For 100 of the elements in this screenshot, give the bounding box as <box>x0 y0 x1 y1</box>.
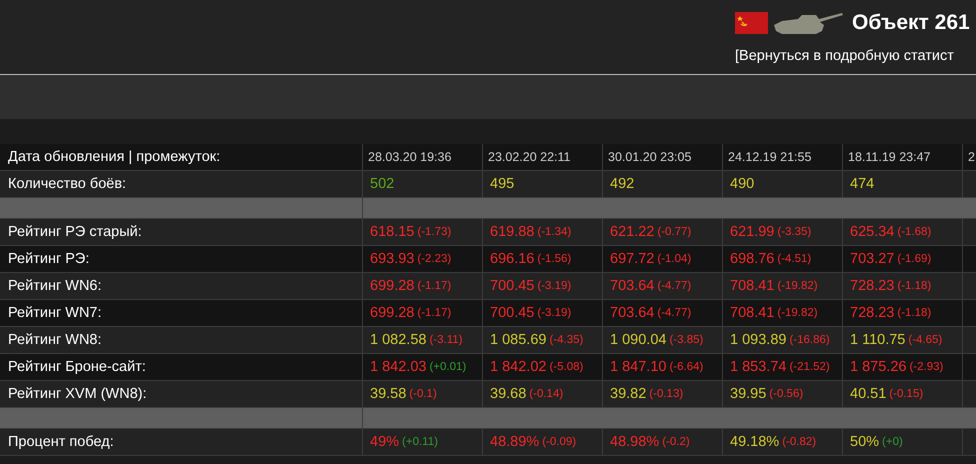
stat-change: (-0.77) <box>657 226 692 238</box>
row-label: Количество боёв: <box>7 175 128 194</box>
stat-value: 1 082.58 <box>370 332 426 348</box>
stat-change: (-4.77) <box>657 307 692 319</box>
tank-icon <box>772 11 844 35</box>
stat-value: 699.28 <box>370 305 414 321</box>
stat-change: (-16.86) <box>789 334 830 346</box>
date-header: 23.02.20 22:11 <box>482 144 602 170</box>
row-label: Рейтинг WN7: <box>7 304 103 323</box>
stat-change: (-0.1) <box>409 388 437 400</box>
stat-value: 50% <box>850 434 880 450</box>
stat-change: (-3.19) <box>537 307 572 319</box>
stat-change: (-3.19) <box>537 280 572 292</box>
stat-change: (-1.69) <box>897 253 932 265</box>
stat-value: 1 847.10 <box>610 359 666 375</box>
stat-value: 48.98% <box>610 434 660 450</box>
stat-change: (-0.09) <box>542 436 576 448</box>
vehicle-title: Объект 261 <box>852 11 970 35</box>
stat-value: 1 842.03 <box>370 359 426 375</box>
stat-value: 708.41 <box>730 278 774 294</box>
stat-change: (-1.68) <box>897 226 932 238</box>
flag-icon <box>735 12 768 34</box>
stat-change: (-1.73) <box>417 226 452 238</box>
stat-value: 703.64 <box>610 305 654 321</box>
stat-value: 693.93 <box>370 251 414 267</box>
stat-change: (-4.65) <box>908 334 942 346</box>
stat-change: (-5.08) <box>549 361 584 373</box>
stat-change: (+0.11) <box>402 436 438 448</box>
stat-value: 618.15 <box>370 224 414 240</box>
stat-change: (-1.17) <box>417 280 452 292</box>
stat-value: 708.41 <box>730 305 774 321</box>
stat-change: (-0.15) <box>889 388 924 400</box>
stat-change: (-1.34) <box>537 226 572 238</box>
stat-change: (-2.23) <box>417 253 452 265</box>
stat-change: (-0.14) <box>529 388 564 400</box>
stat-value: 1 085.69 <box>490 332 546 348</box>
stat-change: (-6.64) <box>669 361 704 373</box>
date-header: 30.01.20 23:05 <box>602 144 722 170</box>
stat-value: 698.76 <box>730 251 774 267</box>
stat-value: 625.34 <box>850 224 894 240</box>
row-label: Рейтинг WN6: <box>7 277 103 296</box>
stat-change: (-21.52) <box>789 361 830 373</box>
stat-value: 39.82 <box>610 386 646 402</box>
stat-value: 703.64 <box>610 278 654 294</box>
stat-change: (-3.11) <box>429 334 462 346</box>
row-label: Рейтинг WN8: <box>7 331 103 350</box>
stat-value: 700.45 <box>490 278 534 294</box>
stat-change: (-1.18) <box>897 307 932 319</box>
date-header: 28.03.20 19:36 <box>362 144 482 170</box>
row-label: Рейтинг XVM (WN8): <box>7 385 148 404</box>
stat-change: (-1.56) <box>537 253 572 265</box>
stat-change: (-1.17) <box>417 307 452 319</box>
stat-value: 621.99 <box>730 224 774 240</box>
stat-value: 696.16 <box>490 251 534 267</box>
stat-value: 39.68 <box>490 386 526 402</box>
stat-value: 1 110.75 <box>850 332 906 348</box>
row-label: Рейтинг РЭ: <box>7 250 90 269</box>
stat-change: (-19.82) <box>777 307 818 319</box>
stat-value: 48.89% <box>490 434 540 450</box>
stat-change: (-0.13) <box>649 388 684 400</box>
date-header: 24.12.19 21:55 <box>722 144 842 170</box>
stat-value: 728.23 <box>850 305 894 321</box>
stat-change: (-4.51) <box>777 253 812 265</box>
stat-value: 1 853.74 <box>730 359 786 375</box>
stat-value: 1 875.26 <box>850 359 906 375</box>
stat-value: 697.72 <box>610 251 654 267</box>
stat-value: 49.18% <box>730 434 780 450</box>
stat-change: (-1.18) <box>897 280 932 292</box>
stat-change: (-3.35) <box>777 226 812 238</box>
stat-value: 39.58 <box>370 386 406 402</box>
stat-value: 1 842.02 <box>490 359 546 375</box>
stat-change: (-19.82) <box>777 280 818 292</box>
stat-value: 621.22 <box>610 224 654 240</box>
stat-change: (-1.04) <box>657 253 692 265</box>
stat-change: (-4.77) <box>657 280 692 292</box>
stat-value: 39.95 <box>730 386 766 402</box>
stat-change: (-2.93) <box>909 361 944 373</box>
stat-value: 700.45 <box>490 305 534 321</box>
stat-value: 490 <box>730 176 754 192</box>
stat-change: (+0.01) <box>429 361 466 373</box>
stat-change: (-0.82) <box>782 436 816 448</box>
row-label: Процент побед: <box>7 433 115 452</box>
stat-value: 1 093.89 <box>730 332 786 348</box>
stat-value: 495 <box>490 176 514 192</box>
stat-change: (+0) <box>882 436 903 448</box>
date-header: 18.11.19 23:47 <box>842 144 962 170</box>
row-label: Дата обновления | промежуток: <box>7 148 222 167</box>
row-label: Рейтинг РЭ старый: <box>7 223 143 242</box>
row-label: Рейтинг Броне-сайт: <box>7 358 147 377</box>
stat-change: (-0.2) <box>662 436 690 448</box>
stat-value: 474 <box>850 176 874 192</box>
stat-value: 492 <box>610 176 634 192</box>
stat-value: 1 090.04 <box>610 332 666 348</box>
stat-value: 703.27 <box>850 251 894 267</box>
stat-change: (-3.85) <box>669 334 704 346</box>
back-link[interactable]: [Вернуться в подробную статист <box>735 48 954 64</box>
stat-value: 40.51 <box>850 386 886 402</box>
stat-value: 49% <box>370 434 400 450</box>
stat-value: 502 <box>370 176 394 192</box>
stat-change: (-0.56) <box>769 388 804 400</box>
